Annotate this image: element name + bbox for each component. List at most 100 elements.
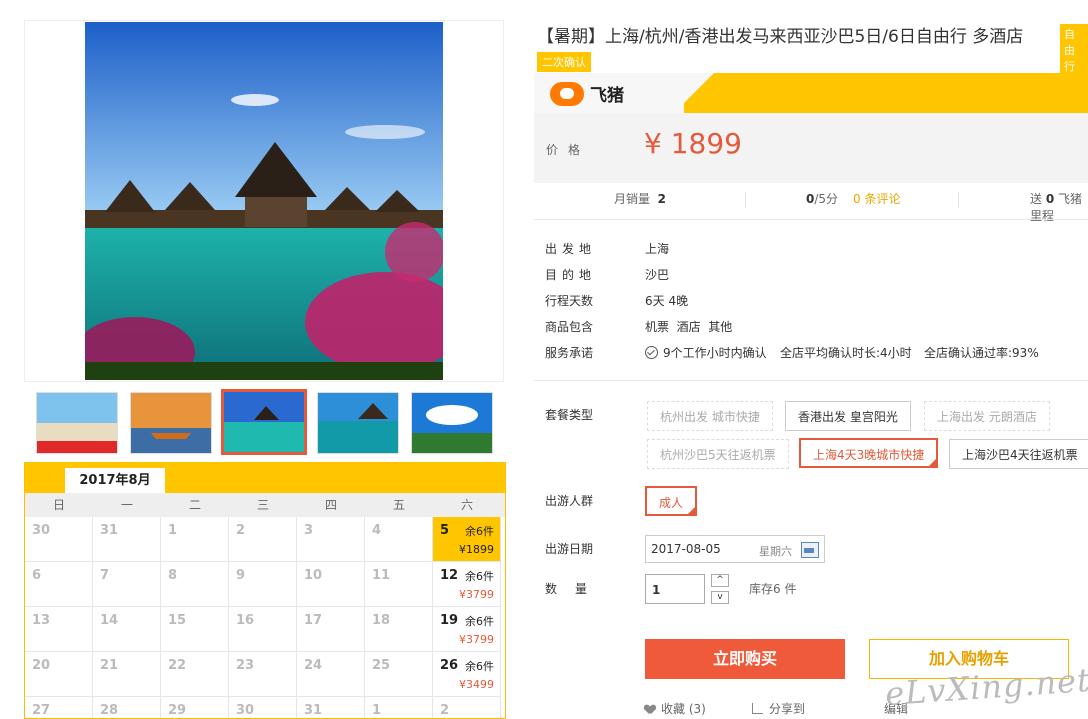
includes-label: 商品包含 [545, 320, 594, 334]
product-title: 【暑期】上海/杭州/香港出发马来西亚沙巴5日/6日自由行 多酒店 [537, 27, 1024, 47]
departure-value: 上海 [645, 242, 670, 256]
calendar-day-stock: 余6件 [465, 525, 494, 538]
calendar-day-cell: 3 [297, 517, 365, 562]
weekday-sat: 六 [460, 498, 473, 512]
calendar-day-stock: 余6件 [465, 615, 494, 628]
quantity-value: 1 [652, 583, 661, 597]
calendar-day-cell[interactable]: 5 余6件 ¥1899 [433, 517, 501, 562]
calendar-day-cell: 22 [161, 652, 229, 697]
package-option-hongkong-palace[interactable]: 香港出发 皇宫阳光 [785, 401, 911, 431]
thumbnail-3-active[interactable] [221, 389, 307, 455]
favorite-link[interactable]: 收藏 (3) [645, 700, 706, 717]
second-confirm-tag: 二次确认 [537, 52, 591, 72]
calendar-day-number: 7 [100, 568, 110, 583]
calendar-day-number: 20 [32, 658, 51, 673]
calendar-day-cell: 1 [161, 517, 229, 562]
calendar-day-cell: 30 [229, 697, 297, 718]
calendar-day-number: 29 [168, 703, 187, 718]
reviews-link[interactable]: 0 条评论 [853, 190, 900, 207]
brand-name: 飞猪 [590, 86, 624, 106]
weekday-wed: 三 [256, 498, 269, 512]
package-option-shanghai-yuenlong[interactable]: 上海出发 元朗酒店 [924, 401, 1050, 431]
calendar-day-number: 9 [236, 568, 246, 583]
weekday-fri: 五 [392, 498, 405, 512]
calendar-day-number: 31 [100, 523, 119, 538]
buy-now-button[interactable]: 立即购买 [645, 639, 845, 679]
package-option-hangzhou-city[interactable]: 杭州出发 城市快捷 [647, 401, 773, 431]
promise-label: 服务承诺 [545, 346, 594, 360]
main-photo [85, 22, 443, 380]
package-option-shanghai-4d3n-selected[interactable]: 上海4天3晚城市快捷 [799, 438, 939, 468]
calendar-day-number: 1 [372, 703, 382, 718]
departure-label: 出发地 [545, 242, 597, 256]
calendar-day-cell: 2 [229, 517, 297, 562]
calendar-day-number: 25 [372, 658, 391, 673]
calendar-day-number: 22 [168, 658, 187, 673]
calendar-icon[interactable] [801, 542, 819, 558]
quantity-label: 数量 [545, 582, 606, 596]
calendar-day-cell[interactable]: 12 余6件 ¥3799 [433, 562, 501, 607]
calendar-day-number: 6 [32, 568, 42, 583]
quantity-decrease-button[interactable]: v [711, 591, 729, 604]
calendar-day-cell: 30 [25, 517, 93, 562]
calendar-day-cell: 31 [93, 517, 161, 562]
calendar-day-number: 18 [372, 613, 391, 628]
thumbnail-4[interactable] [317, 392, 399, 454]
calendar-day-cell: 25 [365, 652, 433, 697]
calendar-day-stock: 余6件 [465, 660, 494, 673]
date-picker[interactable]: 2017-08-05 星期六 [645, 535, 825, 563]
thumbnail-2[interactable] [130, 392, 212, 454]
calendar-day-number: 8 [168, 568, 178, 583]
traveler-label: 出游人群 [545, 494, 594, 508]
calendar-day-number: 13 [32, 613, 51, 628]
includes-value: 机票 酒店 其他 [645, 320, 733, 334]
calendar-header: 2017年8月 [25, 462, 505, 493]
date-value: 2017-08-05 [651, 542, 721, 556]
destination-value: 沙巴 [645, 268, 670, 282]
promise-item-3: 全店确认通过率:93% [924, 346, 1039, 360]
traveler-option-adult[interactable]: 成人 [645, 486, 698, 516]
duration-value: 6天 4晚 [645, 294, 689, 308]
calendar-day-number: 17 [304, 613, 323, 628]
calendar-weekdays: 日 一 二 三 四 五 六 [25, 493, 505, 517]
calendar-day-cell[interactable]: 26 余6件 ¥3499 [433, 652, 501, 697]
package-label: 套餐类型 [545, 408, 594, 422]
package-option-hangzhou-sabah-flight[interactable]: 杭州沙巴5天往返机票 [647, 439, 789, 469]
monthly-sales: 月销量 2 [614, 192, 667, 206]
share-link[interactable]: 分享到 [752, 700, 805, 717]
calendar-day-number: 14 [100, 613, 119, 628]
package-option-shanghai-sabah-flight[interactable]: 上海沙巴4天往返机票 [949, 439, 1088, 469]
divider-2 [534, 380, 1088, 381]
thumbnail-5[interactable] [411, 392, 493, 454]
calendar-day-number: 21 [100, 658, 119, 673]
rating: 0/5分 [806, 192, 839, 206]
share-icon [752, 703, 763, 714]
calendar-day-number: 3 [304, 523, 314, 538]
price-label: 价格 [546, 143, 591, 157]
calendar-day-cell: 2 [433, 697, 501, 718]
heart-icon [645, 705, 655, 714]
pig-logo-icon [550, 81, 584, 106]
divider-1 [534, 219, 1088, 220]
free-travel-tag: 自由行 [1060, 24, 1088, 76]
calendar-day-cell: 29 [161, 697, 229, 718]
calendar-day-stock: 余6件 [465, 570, 494, 583]
thumbnail-1[interactable] [36, 392, 118, 454]
calendar-day-number: 1 [168, 523, 178, 538]
destination-label: 目的地 [545, 268, 597, 282]
quantity-input[interactable]: 1 [645, 574, 705, 604]
calendar-day-number: 5 [440, 523, 450, 538]
quantity-increase-button[interactable]: ^ [711, 574, 729, 587]
calendar-day-cell[interactable]: 19 余6件 ¥3799 [433, 607, 501, 652]
calendar-day-cell: 17 [297, 607, 365, 652]
weekday-thu: 四 [324, 498, 337, 512]
calendar-day-cell: 6 [25, 562, 93, 607]
calendar-day-number: 4 [372, 523, 382, 538]
promise-item-2: 全店平均确认时长:4小时 [780, 346, 912, 360]
calendar-day-number: 16 [236, 613, 255, 628]
calendar-day-number: 2 [440, 703, 450, 718]
calendar-day-cell: 1 [365, 697, 433, 718]
calendar-day-number: 11 [372, 568, 391, 583]
calendar-day-price: ¥3799 [459, 588, 494, 601]
check-circle-icon [645, 346, 658, 359]
